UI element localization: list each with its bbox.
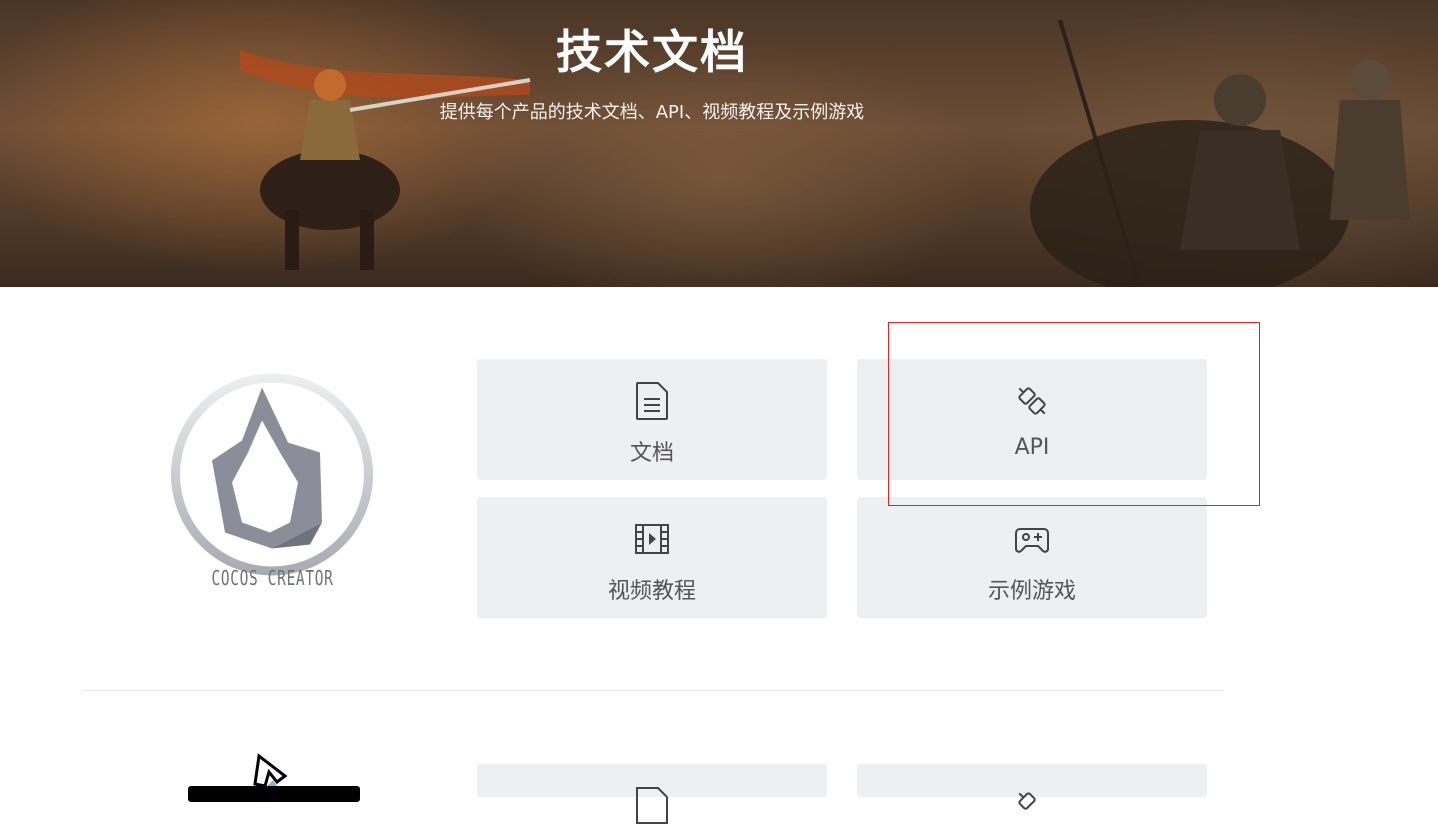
gamepad-icon [1015, 528, 1049, 553]
video-tutorial-card[interactable]: 视频教程 [477, 497, 827, 618]
second-api-card[interactable] [857, 764, 1207, 810]
document-icon [636, 382, 668, 420]
docs-card-label: 文档 [629, 441, 674, 466]
section-divider [83, 690, 1223, 691]
example-games-card-label: 示例游戏 [987, 579, 1076, 604]
page-subtitle: 提供每个产品的技术文档、API、视频教程及示例游戏 [439, 102, 865, 123]
example-games-card[interactable]: 示例游戏 [857, 497, 1207, 618]
product-name: COCOS CREATOR [211, 566, 334, 590]
cocos-creator-logo [171, 373, 373, 576]
video-tutorial-card-label: 视频教程 [607, 579, 696, 604]
page-title: 技术文档 [556, 25, 748, 79]
document-icon [636, 787, 668, 824]
second-docs-card[interactable] [477, 764, 827, 824]
hero-banner: 技术文档 提供每个产品的技术文档、API、视频教程及示例游戏 [0, 0, 1438, 287]
film-icon [635, 524, 669, 554]
plug-icon [1018, 792, 1036, 810]
second-product-logo [188, 753, 360, 802]
docs-card[interactable]: 文档 [477, 359, 827, 480]
plug-icon [1018, 387, 1046, 415]
api-card[interactable]: API [857, 359, 1207, 480]
api-card-label: API [1014, 435, 1050, 460]
